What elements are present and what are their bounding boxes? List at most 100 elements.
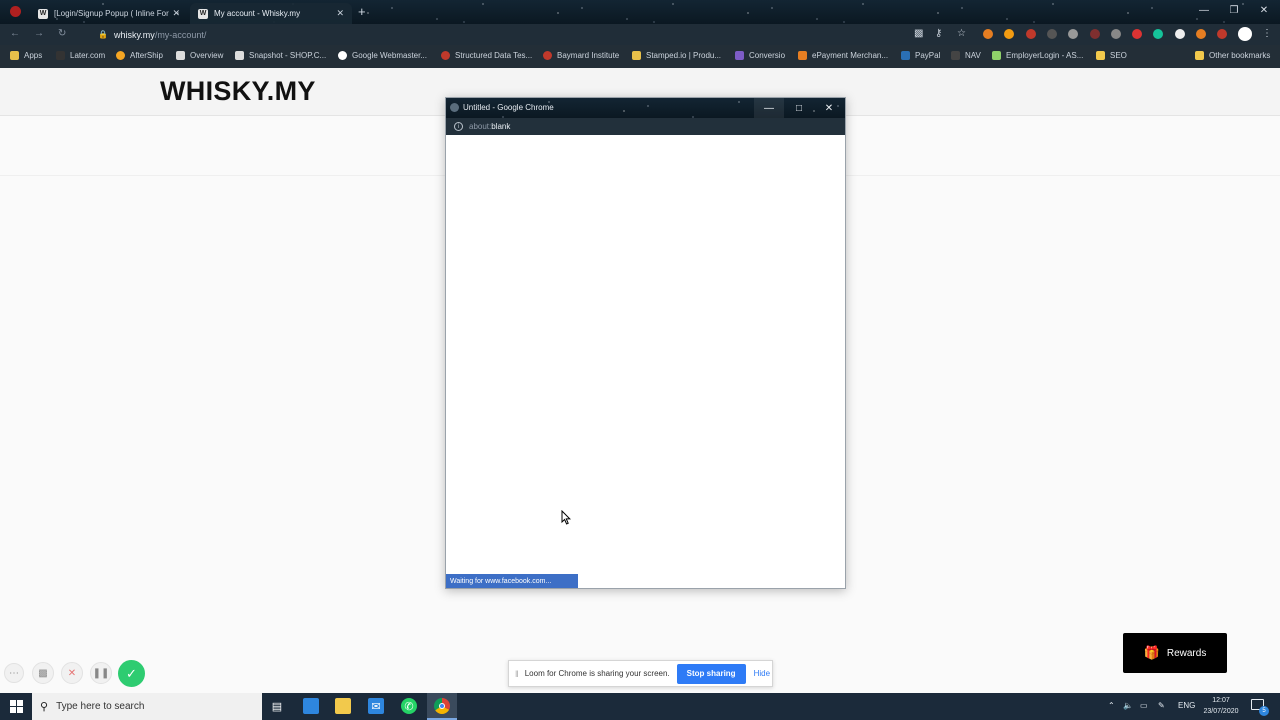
bookmark-later[interactable]: Later.com — [56, 51, 105, 60]
bookmark-snapshot[interactable]: Snapshot - SHOP.C... — [235, 51, 326, 60]
wordpress-icon: W — [38, 8, 48, 19]
screen-sharing-bar: ‖ Loom for Chrome is sharing your screen… — [508, 660, 773, 687]
stop-sharing-button[interactable]: Stop sharing — [676, 663, 746, 684]
bookmark-aftership[interactable]: AfterShip — [116, 51, 163, 60]
windows-taskbar: ⚲ Type here to search ▤ ✉ ✆ ⌃ 🔈 ▭ ✎ ENG … — [0, 693, 1280, 720]
extension-icon[interactable] — [1217, 29, 1227, 39]
camera-toggle-icon[interactable]: ▩ — [32, 662, 54, 684]
bookmark-structured-data[interactable]: Structured Data Tes... — [441, 51, 532, 60]
epayment-icon — [798, 51, 807, 60]
more-options-icon[interactable]: ⋯ — [4, 663, 24, 683]
extension-icon[interactable] — [1047, 29, 1057, 39]
cancel-recording-icon[interactable]: ✕ — [61, 662, 83, 684]
file-explorer-icon[interactable] — [335, 698, 351, 714]
folder-icon — [1195, 51, 1204, 60]
close-icon[interactable]: ✕ — [172, 8, 180, 19]
key-icon[interactable]: ⚷ — [935, 28, 942, 39]
rewards-button[interactable]: 🎁 Rewards — [1123, 633, 1227, 673]
pause-recording-icon[interactable]: ❚❚ — [90, 662, 112, 684]
finish-recording-icon[interactable]: ✓ — [118, 660, 145, 687]
popup-address-bar[interactable]: i about: blank — [446, 118, 845, 135]
snapshot-icon — [235, 51, 244, 60]
system-clock[interactable]: 12:07 23/07/2020 — [1198, 695, 1244, 717]
close-icon[interactable]: ✕ — [814, 98, 844, 118]
extension-icon[interactable] — [983, 29, 993, 39]
bookmark-stamped[interactable]: Stamped.io | Produ... — [632, 51, 721, 60]
network-icon[interactable]: ▭ — [1140, 701, 1148, 710]
extension-icon[interactable] — [1196, 29, 1206, 39]
windows-start-icon[interactable] — [0, 693, 32, 720]
calendar-app-icon[interactable] — [303, 698, 319, 714]
new-tab-button[interactable]: + — [358, 4, 366, 19]
star-icon[interactable]: ☆ — [957, 28, 966, 39]
address-host: whisky.my — [113, 29, 155, 40]
rewards-label: Rewards — [1166, 647, 1207, 659]
bookmark-apps[interactable]: Apps — [10, 51, 42, 60]
sharing-message: Loom for Chrome is sharing your screen. — [524, 669, 670, 678]
task-view-icon[interactable]: ▤ — [269, 698, 285, 714]
bookmark-overview[interactable]: Overview — [176, 51, 223, 60]
language-indicator[interactable]: ENG — [1178, 701, 1195, 710]
forward-icon[interactable]: → — [34, 28, 44, 39]
drag-handle-icon[interactable]: ‖ — [515, 669, 519, 679]
mail-icon[interactable]: ✉ — [368, 698, 384, 714]
reload-icon[interactable]: ↻ — [58, 28, 66, 39]
search-icon: ⚲ — [40, 701, 49, 713]
extension-icon[interactable] — [1132, 29, 1142, 39]
popup-title-bar[interactable]: Untitled - Google Chrome — □ ✕ — [446, 98, 845, 118]
taskbar-search-input[interactable]: ⚲ Type here to search — [32, 693, 262, 720]
bookmark-other[interactable]: Other bookmarks — [1195, 51, 1270, 60]
gift-icon: 🎁 — [1143, 645, 1160, 660]
address-path: /my-account/ — [154, 29, 207, 40]
chevron-up-icon[interactable]: ⌃ — [1108, 701, 1115, 710]
folder-icon — [1096, 51, 1105, 60]
maximize-icon[interactable]: □ — [784, 98, 814, 118]
extension-icon[interactable] — [1004, 29, 1014, 39]
grammarly-icon[interactable] — [1153, 29, 1163, 39]
bookmark-epayment[interactable]: ePayment Merchan... — [798, 51, 888, 60]
mouse-cursor-icon — [561, 510, 571, 525]
close-window-icon[interactable]: ✕ — [1249, 0, 1279, 20]
chrome-icon[interactable] — [434, 698, 450, 714]
site-logo[interactable]: WHISKY.MY — [160, 76, 316, 107]
minimize-icon[interactable]: — — [754, 98, 784, 118]
aftership-icon — [116, 51, 125, 60]
facebook-login-popup-window: Untitled - Google Chrome — □ ✕ i about: … — [445, 97, 846, 589]
profile-avatar[interactable] — [1238, 27, 1252, 41]
conversio-icon — [735, 51, 744, 60]
hide-button[interactable]: Hide — [754, 669, 770, 678]
bookmark-seo[interactable]: SEO — [1096, 51, 1127, 60]
chrome-menu-icon[interactable] — [10, 6, 21, 17]
close-icon[interactable]: ✕ — [336, 8, 344, 19]
apps-icon — [10, 51, 19, 60]
menu-dots-icon[interactable]: ⋮ — [1262, 28, 1272, 39]
browser-tab-strip: W [Login/Signup Popup ( Inline For ✕ W M… — [0, 0, 1280, 24]
later-icon — [56, 51, 65, 60]
whisky-icon: W — [198, 8, 208, 19]
bookmark-paypal[interactable]: PayPal — [901, 51, 940, 60]
extension-icon[interactable] — [1111, 29, 1121, 39]
restore-icon[interactable]: ❐ — [1219, 0, 1249, 20]
bookmark-google-webmaster[interactable]: Google Webmaster... — [338, 51, 427, 60]
extension-icon[interactable] — [1090, 29, 1100, 39]
tab-my-account[interactable]: W My account - Whisky.my ✕ — [190, 3, 352, 24]
volume-icon[interactable]: 🔈 — [1123, 701, 1133, 710]
whatsapp-icon[interactable]: ✆ — [401, 698, 417, 714]
extension-icon[interactable] — [1175, 29, 1185, 39]
minimize-icon[interactable]: — — [1189, 0, 1219, 20]
employer-icon — [992, 51, 1001, 60]
bookmark-nav[interactable]: NAV — [951, 51, 981, 60]
address-bar[interactable]: 🔒 whisky.my /my-account/ — [98, 27, 898, 42]
back-icon[interactable]: ← — [10, 28, 20, 39]
camera-icon[interactable]: ▩ — [914, 28, 923, 39]
tab-login-signup[interactable]: W [Login/Signup Popup ( Inline For ✕ — [30, 3, 188, 24]
lock-icon: 🔒 — [98, 30, 108, 39]
pen-icon[interactable]: ✎ — [1158, 701, 1165, 710]
extension-icon[interactable] — [1026, 29, 1036, 39]
tab-label: My account - Whisky.my — [214, 9, 301, 18]
bookmark-conversio[interactable]: Conversio — [735, 51, 785, 60]
bookmark-baymard[interactable]: Baymard Institute — [543, 51, 619, 60]
address-page: blank — [491, 122, 511, 131]
bookmark-employer-login[interactable]: EmployerLogin - AS... — [992, 51, 1083, 60]
extension-icon[interactable] — [1068, 29, 1078, 39]
